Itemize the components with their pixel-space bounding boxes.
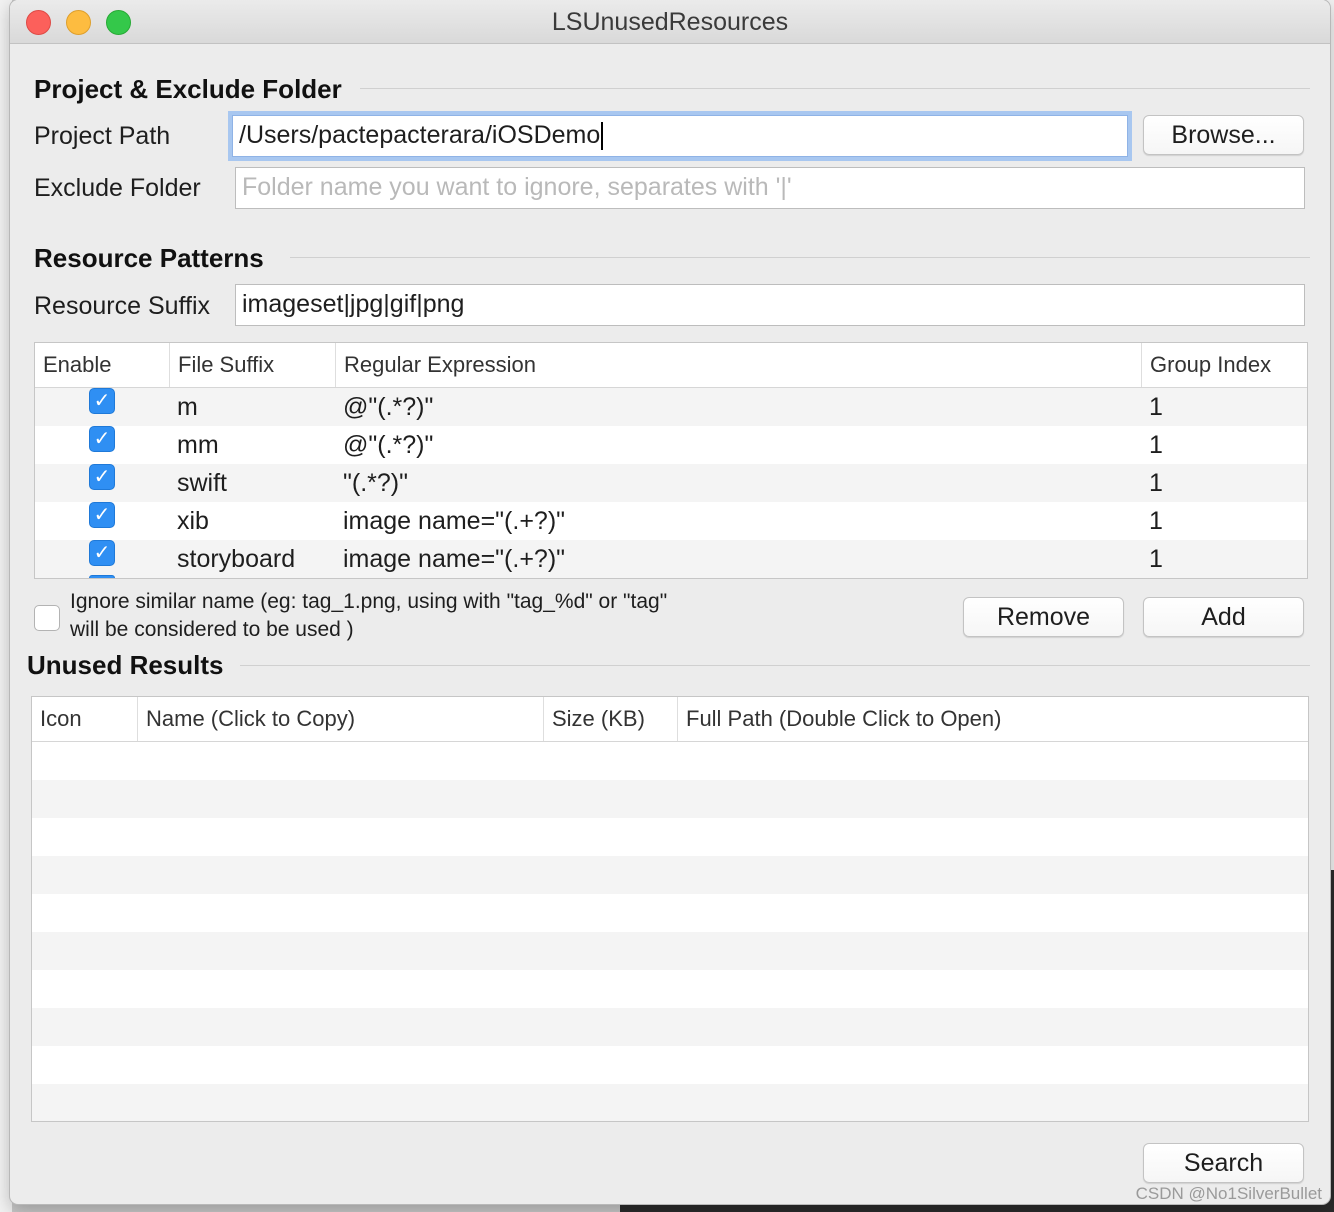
enable-checkbox[interactable]: ✓	[89, 464, 115, 490]
section-divider	[360, 88, 1310, 89]
file-suffix-cell: swift	[177, 469, 227, 497]
empty-row	[32, 818, 1308, 856]
empty-row	[32, 1046, 1308, 1084]
empty-row	[32, 932, 1308, 970]
resource-suffix-label: Resource Suffix	[34, 292, 211, 320]
results-table: Icon Name (Click to Copy) Size (KB) Full…	[31, 696, 1309, 1122]
partial-checkbox	[89, 575, 115, 578]
results-section-title: Unused Results	[27, 650, 236, 681]
project-path-label: Project Path	[34, 122, 171, 150]
group-index-cell: 1	[1149, 393, 1163, 421]
regex-cell: "(.*?)"	[343, 469, 408, 497]
file-suffix-cell: storyboard	[177, 545, 296, 573]
empty-row	[32, 742, 1308, 780]
text-caret	[601, 122, 604, 151]
file-suffix-cell: mm	[177, 431, 219, 459]
regex-cell: @"(.*?)"	[343, 393, 434, 421]
empty-row	[32, 894, 1308, 932]
browse-button[interactable]: Browse...	[1143, 115, 1304, 155]
column-header-file-suffix[interactable]: File Suffix	[170, 343, 336, 387]
pattern-row[interactable]: ✓ storyboard image name="(.+?)" 1	[35, 540, 1307, 578]
group-index-cell: 1	[1149, 507, 1163, 535]
pattern-row[interactable]: ✓ m @"(.*?)" 1	[35, 388, 1307, 426]
file-suffix-cell: m	[177, 393, 198, 421]
pattern-row[interactable]: ✓ xib image name="(.+?)" 1	[35, 502, 1307, 540]
column-header-name[interactable]: Name (Click to Copy)	[138, 697, 544, 741]
column-header-size[interactable]: Size (KB)	[544, 697, 678, 741]
resource-section-title: Resource Patterns	[34, 243, 276, 274]
section-divider	[290, 257, 1310, 258]
app-window: LSUnusedResources Project & Exclude Fold…	[10, 0, 1330, 1204]
regex-cell: image name="(.+?)"	[343, 507, 566, 535]
exclude-folder-label: Exclude Folder	[34, 174, 201, 202]
window-title: LSUnusedResources	[551, 8, 789, 36]
empty-row	[32, 1084, 1308, 1121]
title-bar: LSUnusedResources	[10, 0, 1330, 44]
remove-button[interactable]: Remove	[963, 597, 1124, 637]
patterns-table: Enable File Suffix Regular Expression Gr…	[34, 342, 1308, 579]
column-header-group-index[interactable]: Group Index	[1142, 343, 1307, 387]
project-path-input[interactable]: /Users/pactepacterara/iOSDemo	[232, 115, 1128, 157]
project-section-title: Project & Exclude Folder	[34, 74, 354, 105]
column-header-full-path[interactable]: Full Path (Double Click to Open)	[678, 697, 1308, 741]
column-header-icon[interactable]: Icon	[32, 697, 138, 741]
empty-row	[32, 780, 1308, 818]
pattern-row[interactable]: ✓ mm @"(.*?)" 1	[35, 426, 1307, 464]
file-suffix-cell: xib	[177, 507, 209, 535]
ignore-similar-line2: will be considered to be used )	[70, 618, 354, 641]
enable-checkbox[interactable]: ✓	[89, 502, 115, 528]
column-header-regex[interactable]: Regular Expression	[336, 343, 1142, 387]
exclude-folder-input[interactable]: Folder name you want to ignore, separate…	[235, 167, 1305, 209]
regex-cell: image name="(.+?)"	[343, 545, 566, 573]
section-divider	[240, 665, 1310, 666]
project-path-value: /Users/pactepacterara/iOSDemo	[239, 121, 601, 149]
resource-suffix-input[interactable]: imageset|jpg|gif|png	[235, 284, 1305, 326]
group-index-cell: 1	[1149, 431, 1163, 459]
empty-row	[32, 1008, 1308, 1046]
empty-row	[32, 970, 1308, 1008]
group-index-cell: 1	[1149, 469, 1163, 497]
ignore-similar-line1: Ignore similar name (eg: tag_1.png, usin…	[70, 590, 668, 613]
enable-checkbox[interactable]: ✓	[89, 540, 115, 566]
ignore-similar-checkbox[interactable]	[34, 605, 60, 631]
regex-cell: @"(.*?)"	[343, 431, 434, 459]
group-index-cell: 1	[1149, 545, 1163, 573]
empty-row	[32, 856, 1308, 894]
column-header-enable[interactable]: Enable	[35, 343, 170, 387]
enable-checkbox[interactable]: ✓	[89, 426, 115, 452]
add-button[interactable]: Add	[1143, 597, 1304, 637]
enable-checkbox[interactable]: ✓	[89, 388, 115, 414]
pattern-row[interactable]: ✓ swift "(.*?)" 1	[35, 464, 1307, 502]
search-button[interactable]: Search	[1143, 1143, 1304, 1183]
watermark: CSDN @No1SilverBullet	[1135, 1184, 1322, 1203]
